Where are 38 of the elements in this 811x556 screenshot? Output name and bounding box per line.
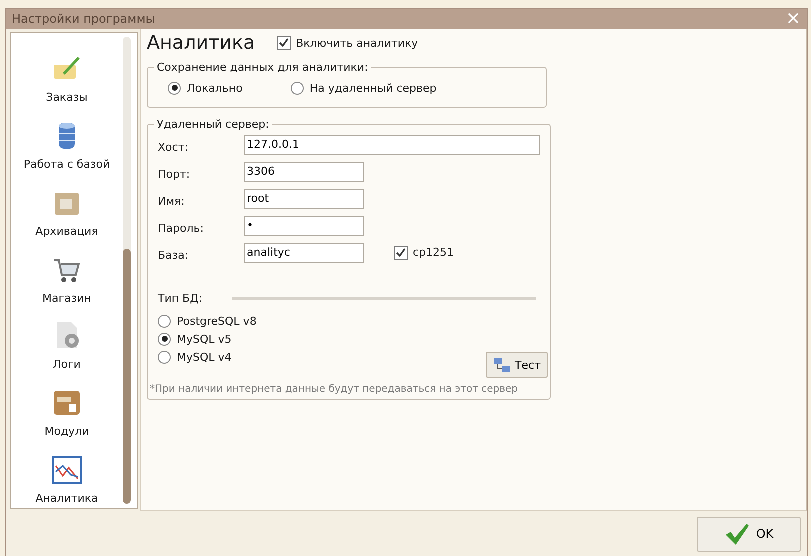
encoding-checkbox[interactable]: cp1251	[394, 246, 454, 260]
sidebar-item[interactable]: Заказы	[46, 91, 88, 104]
sidebar-item[interactable]: Работа с базой	[24, 158, 110, 171]
window-title: Настройки программы	[12, 12, 156, 26]
text-field[interactable]: root	[244, 188, 364, 208]
check-icon	[279, 38, 290, 48]
check-icon	[396, 248, 406, 258]
test-button[interactable]: Тест	[486, 352, 548, 378]
text-field[interactable]: 3306	[244, 162, 364, 182]
chart-icon	[51, 454, 83, 486]
sidebar-item[interactable]: Модули	[44, 425, 90, 438]
field-label: Пароль:	[158, 221, 205, 235]
sidebar-item[interactable]: Аналитика	[36, 492, 98, 506]
enable-checkbox[interactable]: Включить аналитику	[277, 36, 418, 50]
sidebar-item[interactable]: Магазин	[42, 292, 92, 305]
text-field[interactable]: 127.0.0.1	[244, 134, 540, 154]
radio-option[interactable]: На удаленный сервер	[290, 79, 437, 97]
scrollbar[interactable]	[123, 37, 131, 504]
text-field[interactable]: •	[244, 216, 364, 236]
page-title: Аналитика	[147, 32, 256, 54]
radio-option[interactable]: Локально	[168, 79, 243, 97]
sidebar-item[interactable]: Логи	[53, 358, 81, 372]
field-label: Имя:	[158, 194, 186, 208]
check-icon	[724, 522, 750, 546]
field-label: Порт:	[158, 167, 192, 181]
radio-option[interactable]: MySQL v4	[158, 348, 232, 366]
network-icon	[493, 357, 512, 373]
server-note: *При наличии интернета данные будут передаваться на этот сервер	[150, 383, 519, 395]
radio-option[interactable]: PostgreSQL v8	[158, 312, 257, 330]
ok-button[interactable]: OK	[697, 516, 801, 552]
sidebar-item[interactable]: Архивация	[36, 224, 98, 238]
field-label: Хост:	[158, 140, 190, 154]
field-label: Тип БД:	[158, 292, 202, 304]
group-title: Удаленный сервер:	[156, 118, 270, 131]
group-title: Сохранение данных для аналитики:	[156, 61, 370, 74]
field-label: База:	[158, 248, 190, 262]
radio-option[interactable]: MySQL v5	[158, 330, 232, 348]
text-field[interactable]: analityc	[244, 242, 364, 262]
